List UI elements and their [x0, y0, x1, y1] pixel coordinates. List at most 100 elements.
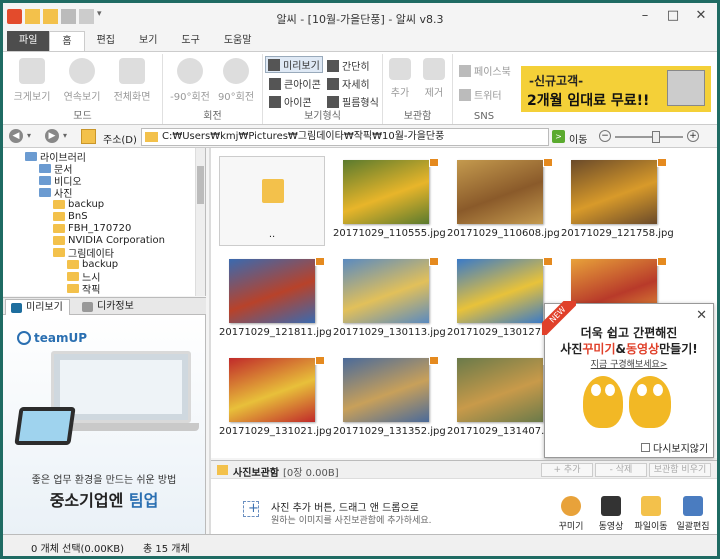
palette-icon	[561, 496, 581, 516]
tree-item[interactable]: backup	[53, 198, 104, 210]
rotate-right-button[interactable]: 90°회전	[211, 56, 261, 103]
tree-scrollbar[interactable]	[195, 148, 205, 296]
app-body: ▾ 알씨 - [10월-가을단풍] - 알씨 v8.3 – □ ✕ 파일 홈 편…	[3, 3, 717, 556]
photo-thumbnail[interactable]: 20171029_121811.jpg	[219, 255, 332, 345]
tree-item-label: backup	[68, 198, 105, 210]
album-header: 사진보관함 [0장 0.00B] + 추가 - 삭제 보관함 비우기	[211, 461, 717, 479]
camera-info-icon	[82, 302, 93, 312]
palette-mascot-image	[583, 376, 623, 428]
album-add-button[interactable]: 추가	[383, 56, 417, 99]
folder-icon	[53, 199, 65, 209]
tree-item[interactable]: 그림데이타	[53, 246, 114, 260]
popup-line1: 더욱 쉽고 간편해진	[580, 326, 678, 340]
back-dropdown-icon[interactable]: ▾	[27, 131, 31, 140]
preview-ad-panel[interactable]: teamUP 좋은 업무 환경을 만드는 쉬운 방법 중소기업엔 팀업	[3, 315, 206, 534]
parent-folder-item[interactable]: ..	[219, 156, 325, 246]
forward-dropdown-icon[interactable]: ▾	[63, 131, 67, 140]
ad-banner[interactable]: -신규고객- 2개월 임대료 무료!!	[521, 66, 711, 112]
up-folder-icon[interactable]	[81, 129, 96, 144]
fullscreen-button[interactable]: 전체화면	[107, 56, 157, 103]
facebook-button[interactable]: 페이스북	[457, 62, 513, 79]
checkbox-box[interactable]	[641, 443, 650, 452]
photo-thumbnail[interactable]: 20171029_131407.jpg	[447, 354, 560, 444]
photo-thumbnail[interactable]: 20171029_131352.jpg	[333, 354, 446, 444]
view-preview-button[interactable]: 미리보기	[265, 56, 323, 73]
minimize-button[interactable]: –	[631, 7, 659, 25]
batch-edit-button[interactable]: 일괄편집	[673, 496, 713, 532]
preview-icon	[268, 58, 280, 71]
twitter-button[interactable]: 트위터	[457, 86, 504, 103]
photo-image	[343, 259, 429, 323]
dont-show-again-checkbox[interactable]: 다시보지않기	[641, 440, 708, 455]
tree-item[interactable]: 사진	[39, 186, 72, 200]
photo-thumbnail[interactable]: 20171029_110608.jpg	[447, 156, 560, 246]
zoom-slider[interactable]: − +	[599, 130, 699, 144]
zoom-in-icon[interactable]: +	[687, 130, 699, 142]
tab-home[interactable]: 홈	[49, 31, 85, 51]
address-input[interactable]: C:₩Users₩kmj₩Pictures₩그림데이타₩작픽₩10월-가을단풍	[141, 128, 549, 146]
move-file-button[interactable]: 파일이동	[631, 496, 671, 532]
ad-line1: -신규고객-	[529, 74, 584, 88]
photo-thumbnail[interactable]: 20171029_131021.jpg	[219, 354, 332, 444]
slideshow-button[interactable]: 연속보기	[57, 56, 107, 103]
photo-thumbnail[interactable]: 20171029_130113.jpg	[333, 255, 446, 345]
album-clear-button[interactable]: 보관함 비우기	[649, 463, 711, 477]
tab-view[interactable]: 보기	[127, 31, 169, 51]
close-button[interactable]: ✕	[687, 7, 715, 25]
album-icon	[217, 465, 228, 475]
folder-icon	[67, 283, 79, 293]
album-title: 사진보관함	[233, 468, 279, 479]
maximize-button[interactable]: □	[659, 7, 687, 25]
hd-badge-icon	[429, 158, 439, 167]
go-label[interactable]: 이동	[569, 131, 587, 146]
scroll-thumb[interactable]	[197, 166, 204, 204]
go-button[interactable]: >	[552, 130, 565, 143]
album-delete-button[interactable]: - 삭제	[595, 463, 647, 477]
zoom-out-icon[interactable]: −	[599, 130, 611, 142]
file-name: 20171029_110555.jpg	[333, 228, 446, 239]
view-large-icon-button[interactable]: 큰아이콘	[267, 75, 323, 92]
view-details-button[interactable]: 자세히	[325, 75, 372, 92]
album-add-button2[interactable]: + 추가	[541, 463, 593, 477]
tab-edit[interactable]: 편집	[85, 31, 127, 51]
twitter-icon	[459, 88, 471, 101]
library-icon	[25, 151, 37, 161]
rotate-left-button[interactable]: -90°회전	[165, 56, 215, 103]
zoom-track[interactable]	[615, 136, 683, 138]
tree-item[interactable]: 작픽	[67, 282, 100, 296]
photo-image	[457, 358, 543, 422]
library-icon	[39, 187, 51, 197]
folder-tree: 라이브러리 문서 비디오 사진 backup BnS FBH_170720 NVIDIA Co…	[3, 148, 206, 296]
decorate-button[interactable]: 꾸미기	[551, 496, 591, 532]
album-remove-button[interactable]: 제거	[417, 56, 451, 99]
view-simple-button[interactable]: 간단히	[325, 57, 372, 74]
tab-camera-info[interactable]: 디카정보	[77, 299, 140, 315]
photo-thumbnail[interactable]: 20171029_110555.jpg	[333, 156, 446, 246]
rotate-left-icon	[177, 58, 203, 84]
album-submessage: 원하는 이미지를 사진보관함에 추가하세요.	[271, 516, 432, 526]
tab-preview[interactable]: 미리보기	[5, 299, 70, 315]
teamup-logo-icon	[17, 331, 31, 345]
popup-link[interactable]: 지금 구경해보세요>	[545, 357, 713, 370]
batch-edit-icon	[683, 496, 703, 516]
library-icon	[39, 175, 51, 185]
photo-image	[229, 358, 315, 422]
tab-tools[interactable]: 도구	[169, 31, 211, 51]
album-add-icon[interactable]	[243, 501, 259, 517]
tree-item[interactable]: BnS	[53, 210, 88, 222]
photo-thumbnail[interactable]: 20171029_121758.jpg	[561, 156, 674, 246]
video-button[interactable]: 동영상	[591, 496, 631, 532]
back-button[interactable]: ◀	[9, 129, 23, 143]
large-view-button[interactable]: 크게보기	[7, 56, 57, 103]
tree-item[interactable]: FBH_170720	[53, 222, 131, 234]
file-name: 20171029_121811.jpg	[219, 327, 332, 338]
zoom-handle[interactable]	[652, 131, 660, 143]
hd-badge-icon	[429, 356, 439, 365]
forward-button[interactable]: ▶	[45, 129, 59, 143]
tab-help[interactable]: 도움말	[212, 31, 264, 51]
window-controls: – □ ✕	[631, 7, 715, 25]
menu-tabs: 파일 홈 편집 보기 도구 도움말	[3, 31, 717, 51]
popup-close-icon[interactable]: ✕	[696, 308, 707, 323]
photo-thumbnail[interactable]: 20171029_130127.jpg	[447, 255, 560, 345]
tab-file[interactable]: 파일	[7, 31, 50, 51]
